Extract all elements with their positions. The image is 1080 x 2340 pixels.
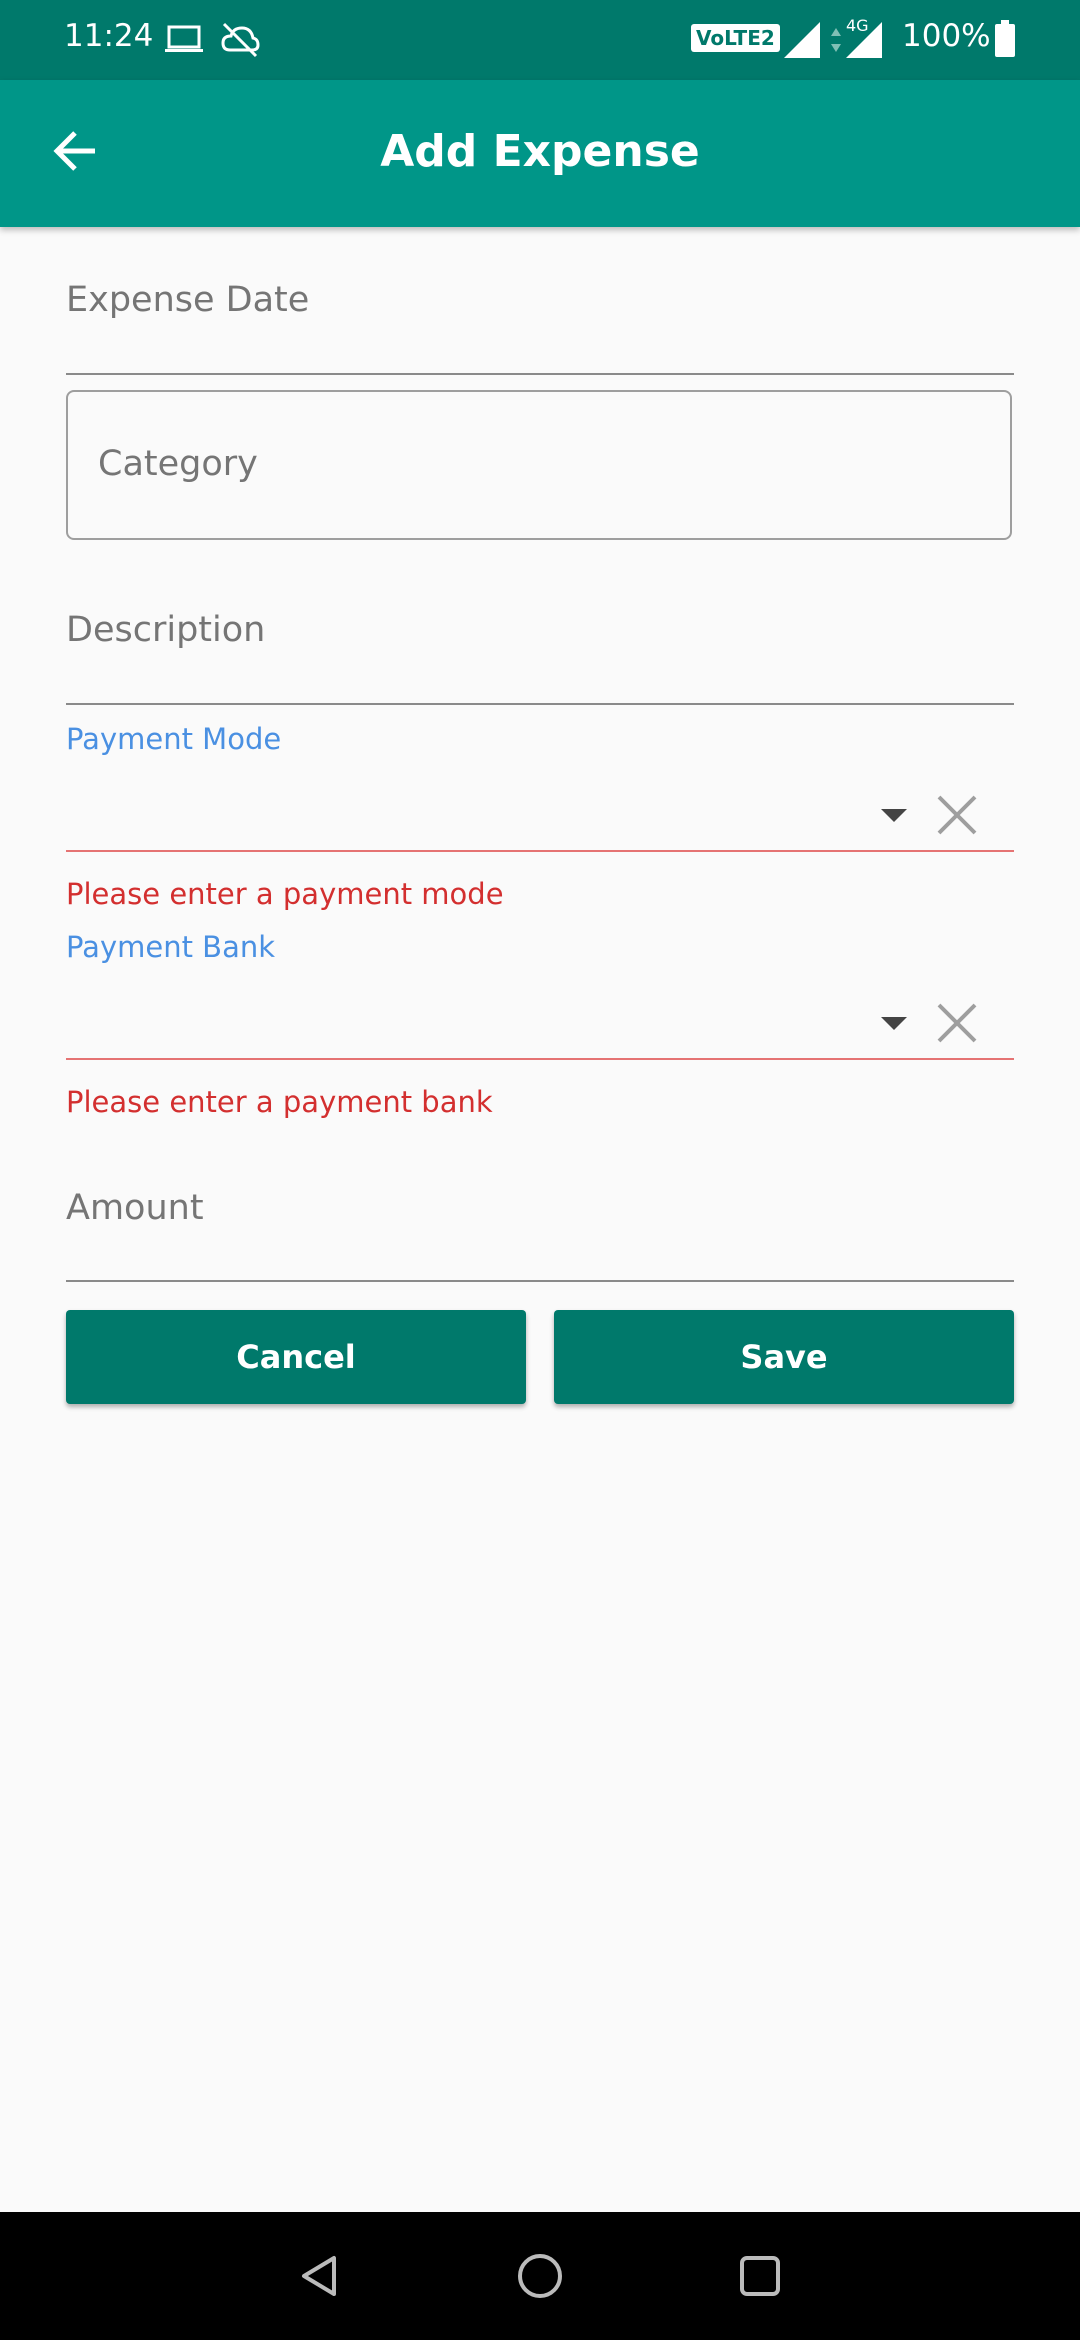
status-bar: 11:24 VoLTE2 4G 100% (0, 0, 1080, 80)
payment-mode-error: Please enter a payment mode (66, 877, 504, 911)
chevron-down-icon[interactable] (881, 1017, 907, 1030)
page-title: Add Expense (380, 126, 700, 177)
signal-icon (784, 22, 820, 62)
save-button[interactable]: Save (554, 1310, 1014, 1404)
navigation-bar (0, 2212, 1080, 2340)
description-placeholder: Description (66, 610, 266, 650)
cancel-button[interactable]: Cancel (66, 1310, 526, 1404)
category-placeholder: Category (98, 444, 258, 484)
volte-badge: VoLTE2 (691, 24, 780, 52)
chevron-down-icon[interactable] (881, 809, 907, 822)
payment-mode-underline (66, 850, 1014, 852)
expense-date-underline (66, 373, 1014, 375)
expense-date-placeholder: Expense Date (66, 280, 310, 320)
battery-percent: 100% (902, 18, 991, 54)
amount-placeholder: Amount (66, 1188, 204, 1228)
status-time: 11:24 (64, 18, 154, 54)
battery-icon (994, 20, 1016, 62)
cloud-off-icon (220, 20, 260, 64)
back-nav-icon[interactable] (290, 2246, 350, 2306)
laptop-icon (164, 24, 204, 60)
payment-bank-label: Payment Bank (66, 930, 276, 964)
recents-nav-icon[interactable] (730, 2246, 790, 2306)
amount-underline (66, 1280, 1014, 1282)
category-field[interactable]: Category (66, 390, 1012, 540)
description-underline (66, 703, 1014, 705)
signal-icon-2 (846, 22, 882, 62)
payment-mode-label: Payment Mode (66, 722, 282, 756)
clear-icon[interactable] (935, 793, 979, 837)
clear-icon[interactable] (935, 1001, 979, 1045)
data-arrows-icon (830, 22, 842, 62)
payment-bank-error: Please enter a payment bank (66, 1085, 493, 1119)
app-bar: Add Expense (0, 80, 1080, 227)
home-nav-icon[interactable] (510, 2246, 570, 2306)
payment-bank-underline (66, 1058, 1014, 1060)
